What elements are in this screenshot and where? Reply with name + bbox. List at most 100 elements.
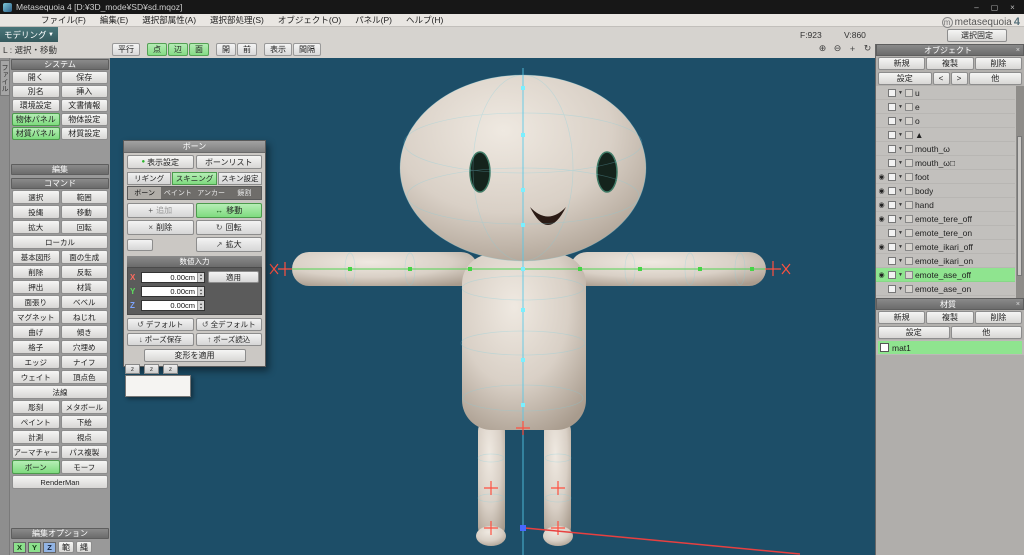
bone-tab[interactable]: スキン設定 bbox=[217, 172, 262, 185]
command-button[interactable]: 格子 bbox=[12, 340, 60, 354]
mini-tab[interactable]: z bbox=[163, 364, 178, 374]
bone-tool[interactable] bbox=[127, 239, 153, 251]
expand-icon[interactable]: ▼ bbox=[898, 132, 903, 138]
bone-tab[interactable]: リギング bbox=[127, 172, 172, 185]
command-button[interactable]: 移動 bbox=[60, 205, 108, 219]
edit-option-button[interactable]: 範 bbox=[58, 541, 74, 553]
file-panel-tab[interactable]: ファイル bbox=[0, 60, 10, 96]
command-button[interactable]: ウェイト bbox=[12, 370, 60, 384]
object-checkbox[interactable] bbox=[888, 144, 896, 153]
expand-icon[interactable]: ▼ bbox=[898, 272, 903, 278]
object-checkbox[interactable] bbox=[888, 130, 896, 139]
menu-item[interactable]: パネル(P) bbox=[348, 14, 399, 26]
material-panel-button[interactable]: 設定 bbox=[878, 326, 950, 339]
command-button[interactable]: ボーン bbox=[12, 460, 60, 474]
object-list-item[interactable]: ▼ emote_ase_on bbox=[876, 282, 1015, 296]
object-panel-close-icon[interactable]: × bbox=[1016, 47, 1020, 54]
view-toggle[interactable]: 間隔 bbox=[293, 42, 321, 56]
bone-subtab[interactable]: アンカー bbox=[195, 187, 228, 199]
system-button[interactable]: 別名 bbox=[12, 85, 60, 98]
bone-tool[interactable]: + 追加 bbox=[127, 203, 194, 218]
command-button[interactable]: 選択 bbox=[12, 190, 60, 204]
mini-tab[interactable]: z bbox=[144, 364, 159, 374]
object-checkbox[interactable] bbox=[888, 270, 896, 279]
material-panel-button[interactable]: 他 bbox=[950, 326, 1022, 339]
mini-tab[interactable]: z bbox=[125, 364, 140, 374]
object-list-item[interactable]: ◉ ▼ body bbox=[876, 184, 1015, 198]
bone-subtab[interactable]: 鏡割 bbox=[228, 187, 261, 199]
apply-transform-button[interactable]: 変形を適用 bbox=[143, 349, 246, 362]
object-checkbox[interactable] bbox=[888, 256, 896, 265]
command-button[interactable]: 法線 bbox=[12, 385, 108, 399]
system-button[interactable]: 材質パネル bbox=[12, 127, 60, 140]
command-button[interactable]: 彫刻 bbox=[12, 400, 60, 414]
expand-icon[interactable]: ▼ bbox=[898, 230, 903, 236]
axis-lock-z[interactable]: Z bbox=[43, 541, 56, 553]
expand-icon[interactable]: ▼ bbox=[898, 202, 903, 208]
object-scrollbar[interactable] bbox=[1016, 86, 1024, 298]
axis-lock-y[interactable]: Y bbox=[28, 541, 41, 553]
visibility-icon[interactable]: ◉ bbox=[877, 173, 886, 181]
expand-icon[interactable]: ▼ bbox=[898, 104, 903, 110]
view-toggle[interactable]: 表示 bbox=[264, 42, 292, 56]
object-checkbox[interactable] bbox=[888, 88, 896, 97]
object-list-item[interactable]: ◉ ▼ emote_ikari_off bbox=[876, 240, 1015, 254]
command-button[interactable]: 穴埋め bbox=[60, 340, 108, 354]
command-button[interactable]: 計測 bbox=[12, 430, 60, 444]
object-panel-button[interactable]: 新規 bbox=[878, 57, 926, 70]
mode-dropdown[interactable]: モデリング ▼ bbox=[0, 27, 58, 42]
command-button[interactable]: 材質 bbox=[60, 280, 108, 294]
command-button[interactable]: 傾き bbox=[60, 325, 108, 339]
zoom-out-icon[interactable]: ⊖ bbox=[831, 42, 844, 55]
object-list-item[interactable]: ▼ u bbox=[876, 86, 1015, 100]
edit-panel-header[interactable]: 編集 bbox=[11, 164, 109, 175]
object-list-item[interactable]: ▼ mouth_ω bbox=[876, 142, 1015, 156]
bone-tab[interactable]: スキニング bbox=[172, 172, 217, 185]
system-button[interactable]: 物体設定 bbox=[60, 113, 108, 126]
view-toggle[interactable]: 前 bbox=[237, 42, 257, 56]
object-checkbox[interactable] bbox=[888, 214, 896, 223]
object-panel-button[interactable]: 複製 bbox=[926, 57, 974, 70]
expand-icon[interactable]: ▼ bbox=[898, 286, 903, 292]
material-list-item[interactable]: mat1 bbox=[878, 341, 1022, 354]
view-toggle[interactable]: 点 bbox=[147, 42, 167, 56]
object-checkbox[interactable] bbox=[888, 172, 896, 181]
command-button[interactable]: モーフ bbox=[60, 460, 108, 474]
command-button[interactable]: 投縄 bbox=[12, 205, 60, 219]
menu-item[interactable]: 編集(E) bbox=[93, 14, 135, 26]
command-button[interactable]: ベベル bbox=[60, 295, 108, 309]
numeric-field[interactable]: 0.00cm ▴ ▾ bbox=[141, 271, 205, 283]
bone-tool[interactable]: ↻ 回転 bbox=[195, 220, 262, 235]
system-button[interactable]: 材質設定 bbox=[60, 127, 108, 140]
system-button[interactable]: 開く bbox=[12, 71, 60, 84]
menu-item[interactable]: ファイル(F) bbox=[34, 14, 93, 26]
close-button[interactable]: × bbox=[1004, 1, 1021, 13]
command-button[interactable]: 下絵 bbox=[60, 415, 108, 429]
command-panel-header[interactable]: コマンド bbox=[11, 178, 109, 189]
command-button[interactable]: 押出 bbox=[12, 280, 60, 294]
command-button[interactable]: 基本図形 bbox=[12, 250, 60, 264]
numeric-field[interactable]: 0.00cm ▴ ▾ bbox=[141, 300, 205, 311]
system-button[interactable]: 環境設定 bbox=[12, 99, 60, 112]
object-list-item[interactable]: ▼ ▲ bbox=[876, 128, 1015, 142]
minimize-button[interactable]: – bbox=[968, 1, 985, 13]
object-list-item[interactable]: ▼ e bbox=[876, 100, 1015, 114]
edit-option-button[interactable]: 縄 bbox=[76, 541, 92, 553]
object-panel-button[interactable]: 削除 bbox=[974, 57, 1022, 70]
command-button[interactable]: 削除 bbox=[12, 265, 60, 279]
command-button[interactable]: ねじれ bbox=[60, 310, 108, 324]
material-panel-close-icon[interactable]: × bbox=[1016, 301, 1020, 308]
system-button[interactable]: 文書情報 bbox=[60, 99, 108, 112]
expand-icon[interactable]: ▼ bbox=[898, 146, 903, 152]
expand-icon[interactable]: ▼ bbox=[898, 216, 903, 222]
command-button[interactable]: メタボール bbox=[60, 400, 108, 414]
bone-tool[interactable]: ↗ 拡大 bbox=[195, 237, 262, 252]
apply-button[interactable]: 適用 bbox=[208, 271, 259, 283]
object-checkbox[interactable] bbox=[888, 200, 896, 209]
object-list-item[interactable]: ◉ ▼ emote_tere_off bbox=[876, 212, 1015, 226]
visibility-icon[interactable]: ◉ bbox=[877, 271, 886, 279]
scrollbar-thumb[interactable] bbox=[1017, 136, 1022, 276]
menu-item[interactable]: 選択部処理(S) bbox=[203, 14, 271, 26]
object-panel-button[interactable]: 設定 bbox=[878, 72, 932, 85]
object-panel-button[interactable]: < bbox=[932, 72, 950, 85]
